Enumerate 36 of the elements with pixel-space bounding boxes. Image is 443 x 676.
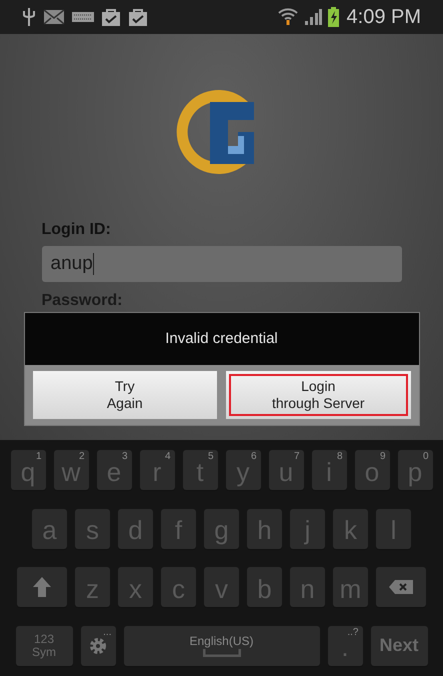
key-hint: 1	[36, 452, 42, 462]
key-hint: ...	[103, 628, 112, 638]
space-key[interactable]: English(US)	[124, 626, 320, 666]
up-arrow-icon	[32, 576, 52, 598]
bag-check-icon	[128, 8, 148, 26]
settings-key[interactable]: ...	[80, 626, 116, 666]
wifi-icon	[278, 8, 298, 26]
settings-icon	[88, 636, 108, 656]
shift-key[interactable]	[17, 567, 67, 608]
login-id-label: Login ID:	[42, 220, 112, 240]
key-hint: 4	[164, 452, 170, 462]
backspace-key[interactable]	[376, 567, 426, 608]
envelope-icon	[43, 9, 65, 25]
key-hint: 0	[422, 452, 428, 462]
space-bar-icon	[202, 648, 240, 657]
key-hint: 9	[380, 452, 386, 462]
key-hint: 6	[250, 452, 256, 462]
dialog-button[interactable]: Login through Server	[226, 371, 410, 419]
login-id-field[interactable]: anup	[42, 246, 402, 282]
key-hint: 2	[78, 452, 84, 462]
key-hint: 8	[336, 452, 342, 462]
usb-icon	[22, 7, 36, 27]
key-hint: 7	[294, 452, 300, 462]
keyboard-key[interactable]: ...?	[328, 626, 362, 666]
bag-check-icon	[101, 8, 121, 26]
key-hint: ..?	[347, 628, 358, 638]
signal-icon	[304, 9, 322, 25]
key-hint: 5	[208, 452, 214, 462]
dialog-button[interactable]: Try Again	[32, 371, 217, 419]
backspace-icon	[389, 580, 413, 594]
key-hint: 3	[122, 452, 128, 462]
dialog-message: Invalid credential	[165, 328, 278, 349]
clock-time: 4:09 PM	[346, 5, 421, 30]
symbols-key[interactable]: 123 Sym	[16, 626, 72, 666]
next-key[interactable]: Next	[370, 626, 428, 666]
keyboard-icon	[72, 12, 94, 22]
